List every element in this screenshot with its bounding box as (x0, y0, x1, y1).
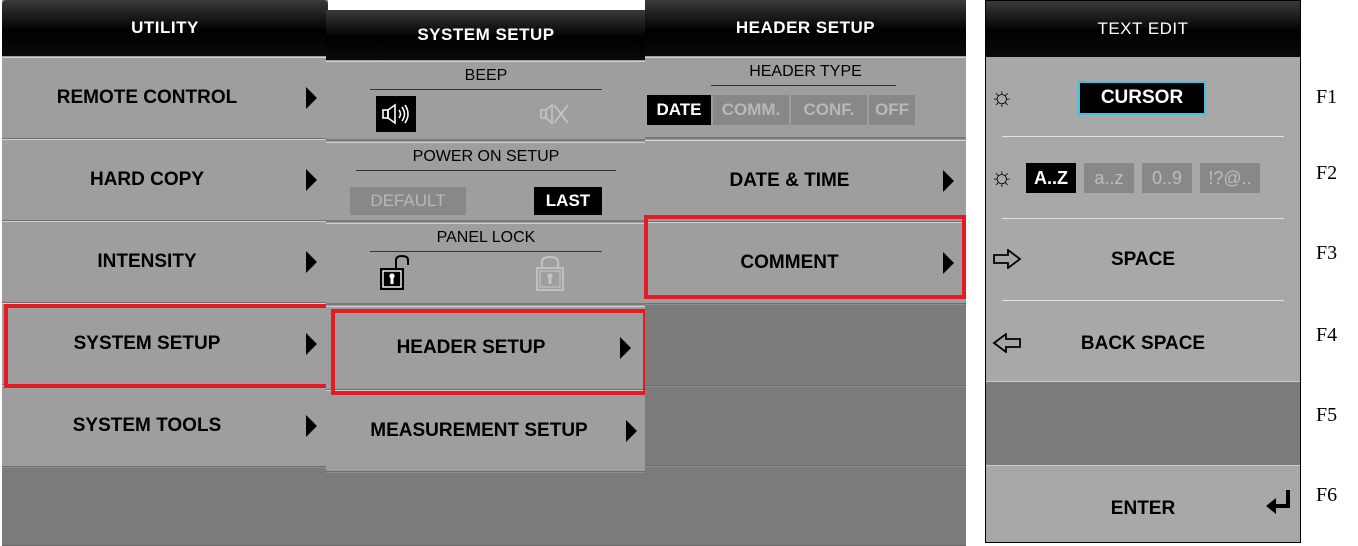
remote-control-label: REMOTE CONTROL (56, 87, 238, 108)
system-setup-title: SYSTEM SETUP (326, 10, 646, 60)
back-space-button[interactable]: BACK SPACE (986, 303, 1300, 381)
text-edit-title: TEXT EDIT (986, 1, 1300, 57)
speaker-mute-icon[interactable] (534, 96, 574, 132)
cursor-softkey[interactable]: ☼ CURSOR (986, 61, 1300, 135)
char-set-softkey[interactable]: ☼ A..Z a..z 0..9 !?@.. (986, 139, 1300, 217)
comment-button[interactable]: COMMENT (645, 222, 966, 304)
header-type-softkey[interactable]: HEADER TYPE DATE COMM. CONF. OFF (645, 57, 966, 139)
power-on-last-option[interactable]: LAST (534, 187, 602, 215)
enter-button[interactable]: ENTER (986, 465, 1300, 544)
empty-softkey (2, 467, 328, 546)
function-key-f1-label: F1 (1316, 86, 1338, 108)
intensity-label: INTENSITY (97, 251, 197, 272)
chevron-right-icon (306, 251, 317, 273)
speaker-on-icon[interactable] (376, 96, 416, 132)
empty-softkey (986, 381, 1300, 466)
empty-softkey (645, 466, 966, 546)
date-time-button[interactable]: DATE & TIME (645, 140, 966, 222)
chevron-right-icon (943, 252, 954, 274)
comment-label: COMMENT (740, 252, 839, 273)
hard-copy-label: HARD COPY (89, 169, 204, 190)
chevron-right-icon (620, 337, 631, 359)
sun-icon: ☼ (990, 81, 1014, 111)
lock-open-icon[interactable] (378, 255, 414, 293)
header-setup-button[interactable]: HEADER SETUP (326, 306, 646, 390)
empty-softkey (645, 386, 966, 466)
back-space-label: BACK SPACE (1080, 333, 1206, 354)
header-type-off-option[interactable]: OFF (869, 95, 915, 125)
header-type-comm-option[interactable]: COMM. (713, 95, 789, 125)
sun-icon: ☼ (990, 161, 1014, 191)
utility-panel: UTILITY REMOTE CONTROL HARD COPY INTENSI… (2, 0, 328, 546)
enter-label: ENTER (1110, 498, 1176, 519)
beep-label: BEEP (464, 67, 508, 84)
chevron-right-icon (306, 87, 317, 109)
header-type-conf-option[interactable]: CONF. (791, 95, 867, 125)
remote-control-button[interactable]: REMOTE CONTROL (2, 57, 328, 139)
header-type-date-option[interactable]: DATE (647, 95, 711, 125)
system-setup-panel: SYSTEM SETUP BEEP POWER ON SETUP DEFAULT (326, 10, 646, 546)
date-time-label: DATE & TIME (729, 170, 850, 191)
system-setup-button[interactable]: SYSTEM SETUP (2, 303, 328, 385)
header-setup-panel: HEADER SETUP HEADER TYPE DATE COMM. CONF… (645, 0, 966, 546)
header-setup-label: HEADER SETUP (396, 337, 546, 358)
space-button[interactable]: SPACE (986, 221, 1300, 299)
empty-softkey (326, 472, 646, 546)
char-set-upper-option[interactable]: A..Z (1026, 163, 1076, 193)
empty-softkey (645, 304, 966, 386)
function-key-f6-label: F6 (1316, 484, 1338, 506)
system-tools-label: SYSTEM TOOLS (72, 415, 222, 436)
panel-lock-softkey[interactable]: PANEL LOCK (326, 223, 646, 305)
header-setup-title: HEADER SETUP (645, 0, 966, 56)
char-set-symbols-option[interactable]: !?@.. (1200, 163, 1260, 193)
power-on-setup-softkey[interactable]: POWER ON SETUP DEFAULT LAST (326, 142, 646, 222)
intensity-button[interactable]: INTENSITY (2, 221, 328, 303)
char-set-digits-option[interactable]: 0..9 (1142, 163, 1192, 193)
function-key-f4-label: F4 (1316, 324, 1338, 346)
power-on-default-option[interactable]: DEFAULT (350, 187, 466, 215)
header-type-label: HEADER TYPE (749, 63, 862, 80)
panel-lock-label: PANEL LOCK (436, 229, 536, 246)
char-set-lower-option[interactable]: a..z (1084, 163, 1134, 193)
measurement-setup-button[interactable]: MEASUREMENT SETUP (326, 390, 646, 472)
function-key-f3-label: F3 (1316, 242, 1338, 264)
utility-title: UTILITY (2, 0, 328, 56)
cursor-field[interactable]: CURSOR (1078, 81, 1206, 115)
chevron-right-icon (306, 333, 317, 355)
hard-copy-button[interactable]: HARD COPY (2, 139, 328, 221)
chevron-right-icon (306, 415, 317, 437)
chevron-right-icon (306, 169, 317, 191)
measurement-setup-label: MEASUREMENT SETUP (370, 420, 588, 441)
system-setup-label: SYSTEM SETUP (73, 333, 221, 354)
system-tools-button[interactable]: SYSTEM TOOLS (2, 385, 328, 467)
chevron-right-icon (626, 420, 637, 442)
enter-icon (1266, 490, 1290, 514)
beep-softkey[interactable]: BEEP (326, 61, 646, 141)
chevron-right-icon (943, 170, 954, 192)
function-key-f5-label: F5 (1316, 404, 1338, 426)
lock-closed-icon[interactable] (532, 255, 568, 293)
power-on-setup-label: POWER ON SETUP (412, 148, 560, 165)
text-edit-panel: TEXT EDIT ☼ CURSOR ☼ A..Z a..z 0..9 !?@.… (985, 0, 1301, 543)
space-label: SPACE (1110, 249, 1176, 270)
function-key-f2-label: F2 (1316, 162, 1338, 184)
